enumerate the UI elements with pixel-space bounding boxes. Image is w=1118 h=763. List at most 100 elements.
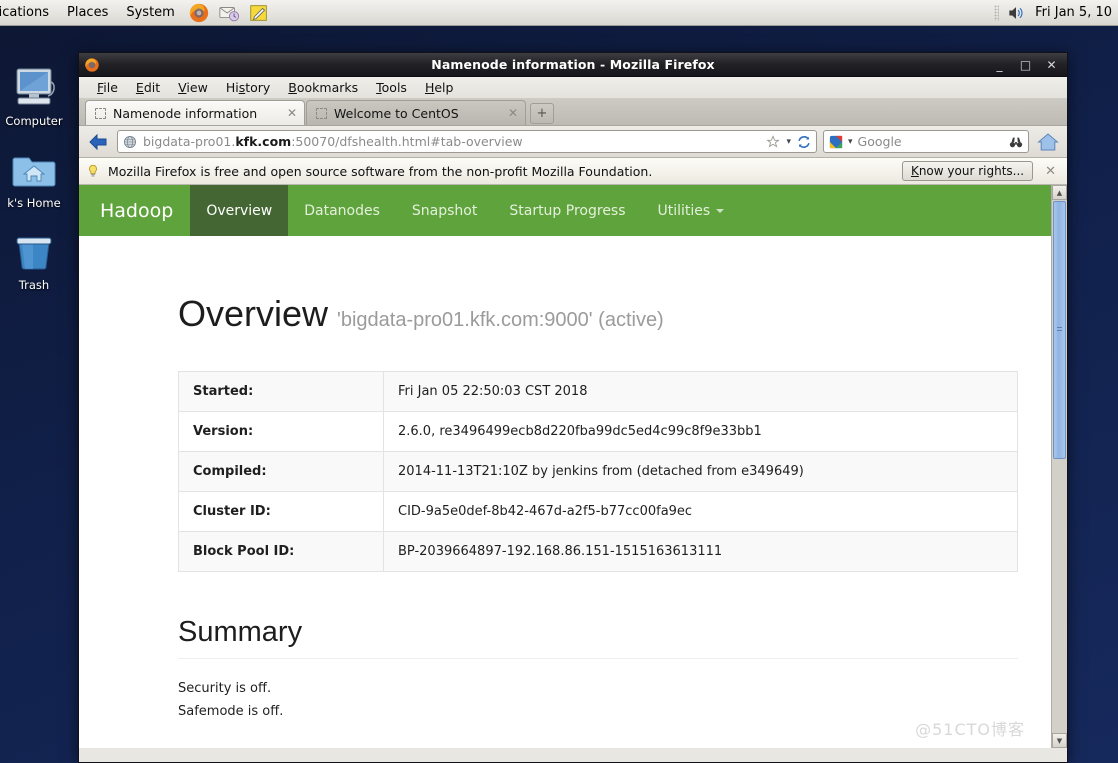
close-button[interactable]: ✕ — [1045, 58, 1058, 72]
lightbulb-icon — [86, 163, 100, 179]
url-prefix: bigdata-pro01. — [143, 134, 236, 149]
table-row: Version: 2.6.0, re3496499ecb8d220fba99dc… — [178, 411, 1018, 452]
home-folder-icon — [0, 146, 70, 194]
navigation-toolbar: bigdata-pro01.kfk.com:50070/dfshealth.ht… — [79, 126, 1067, 158]
summary-heading: Summary — [178, 616, 1018, 659]
trash-icon — [0, 228, 70, 276]
tab-welcome-to-centos[interactable]: Welcome to CentOS ✕ — [306, 100, 526, 125]
table-key: Version: — [178, 411, 384, 452]
page-body: Overview 'bigdata-pro01.kfk.com:9000' (ac… — [79, 293, 1051, 719]
notes-editor-icon[interactable] — [247, 2, 271, 24]
menu-help[interactable]: Help — [416, 77, 463, 98]
firefox-window: Namenode information - Mozilla Firefox _… — [78, 52, 1068, 763]
menu-edit[interactable]: Edit — [127, 77, 169, 98]
url-text: bigdata-pro01.kfk.com:50070/dfshealth.ht… — [143, 134, 760, 149]
volume-icon[interactable] — [1005, 3, 1027, 23]
hadoop-navbar: Hadoop Overview Datanodes Snapshot Start… — [79, 185, 1051, 236]
panel-menu-places[interactable]: Places — [58, 0, 117, 25]
search-input[interactable]: Google — [858, 134, 1004, 149]
evolution-mail-icon[interactable] — [217, 2, 241, 24]
computer-icon — [0, 64, 70, 112]
table-key: Cluster ID: — [178, 491, 384, 532]
notification-bar: Mozilla Firefox is free and open source … — [79, 158, 1067, 185]
desktop-icon-label: Trash — [18, 278, 50, 292]
panel-clock[interactable]: Fri Jan 5, 10 — [1031, 5, 1116, 20]
scroll-down-arrow-icon[interactable]: ▼ — [1052, 733, 1067, 748]
nav-item-startup-progress[interactable]: Startup Progress — [493, 185, 641, 236]
panel-menu-applications[interactable]: lications — [0, 0, 58, 25]
caret-down-icon — [716, 208, 725, 213]
nav-label: Startup Progress — [509, 202, 626, 219]
gnome-top-panel: lications Places System Fri Jan 5, 10 — [0, 0, 1118, 26]
reload-icon[interactable] — [797, 135, 811, 149]
minimize-button[interactable]: _ — [993, 58, 1006, 72]
scrollbar-track[interactable] — [1053, 459, 1066, 733]
hadoop-brand[interactable]: Hadoop — [79, 185, 190, 236]
hadoop-namenode-page: Hadoop Overview Datanodes Snapshot Start… — [79, 185, 1051, 748]
maximize-button[interactable]: □ — [1019, 58, 1032, 72]
panel-grip — [994, 4, 1000, 21]
firefox-icon[interactable] — [187, 2, 211, 24]
back-arrow-icon[interactable] — [85, 129, 111, 155]
menu-view[interactable]: View — [169, 77, 217, 98]
desktop-icon-home[interactable]: k's Home — [0, 146, 70, 210]
know-your-rights-button[interactable]: Know your rights... — [901, 161, 1034, 181]
desktop-icon-trash[interactable]: Trash — [0, 228, 70, 292]
nav-label: Snapshot — [411, 202, 478, 219]
table-value: Fri Jan 05 22:50:03 CST 2018 — [383, 371, 1018, 412]
menu-history[interactable]: History — [217, 77, 279, 98]
window-titlebar: Namenode information - Mozilla Firefox _… — [79, 53, 1067, 77]
chevron-down-icon[interactable]: ▾ — [786, 137, 791, 147]
table-row: Cluster ID: CID-9a5e0def-8b42-467d-a2f5-… — [178, 491, 1018, 532]
watermark: @51CTO博客 — [915, 720, 1025, 739]
nav-label: Datanodes — [304, 202, 380, 219]
nav-item-snapshot[interactable]: Snapshot — [396, 185, 493, 236]
table-value: CID-9a5e0def-8b42-467d-a2f5-b77cc00fa9ec — [383, 491, 1018, 532]
table-value: 2.6.0, re3496499ecb8d220fba99dc5ed4c99c8… — [383, 411, 1018, 452]
globe-icon — [123, 135, 137, 149]
close-icon[interactable]: ✕ — [508, 107, 518, 119]
menu-bookmarks[interactable]: Bookmarks — [279, 77, 367, 98]
firefox-icon — [84, 57, 100, 73]
menu-file[interactable]: File — [88, 77, 127, 98]
window-title: Namenode information - Mozilla Firefox — [431, 57, 715, 72]
tab-label: Namenode information — [113, 105, 258, 121]
page-title-text: Overview — [178, 293, 329, 334]
table-key: Started: — [178, 371, 384, 412]
table-key: Block Pool ID: — [178, 531, 384, 572]
scrollbar-thumb[interactable] — [1053, 201, 1066, 459]
table-value: BP-2039664897-192.168.86.151-15151636131… — [383, 531, 1018, 572]
search-bar[interactable]: ▾ Google — [823, 130, 1029, 153]
google-icon[interactable] — [829, 135, 843, 149]
browser-menubar: File Edit View History Bookmarks Tools H… — [79, 77, 1067, 99]
chevron-down-icon[interactable]: ▾ — [848, 137, 853, 147]
page-title: Overview 'bigdata-pro01.kfk.com:9000' (ac… — [178, 293, 1031, 335]
nav-item-datanodes[interactable]: Datanodes — [288, 185, 396, 236]
panel-menu-system[interactable]: System — [117, 0, 183, 25]
tab-favicon-placeholder-icon — [95, 107, 106, 119]
notification-text: Mozilla Firefox is free and open source … — [108, 163, 653, 179]
scroll-up-arrow-icon[interactable]: ▲ — [1052, 185, 1067, 200]
desktop-icon-computer[interactable]: Computer — [0, 64, 70, 128]
table-row: Compiled: 2014-11-13T21:10Z by jenkins f… — [178, 451, 1018, 492]
vertical-scrollbar[interactable]: ▲ ▼ — [1051, 185, 1067, 748]
star-icon[interactable] — [766, 134, 781, 149]
new-tab-button[interactable]: + — [530, 103, 554, 124]
close-icon[interactable]: ✕ — [287, 107, 297, 119]
panel-status-area: Fri Jan 5, 10 — [994, 3, 1118, 23]
nav-label: Overview — [206, 202, 273, 219]
tab-namenode-information[interactable]: Namenode information ✕ — [85, 100, 305, 125]
table-key: Compiled: — [178, 451, 384, 492]
home-icon[interactable] — [1035, 129, 1061, 155]
binoculars-icon[interactable] — [1009, 135, 1023, 149]
table-value: 2014-11-13T21:10Z by jenkins from (detac… — [383, 451, 1018, 492]
nav-item-overview[interactable]: Overview — [190, 185, 289, 236]
menu-tools[interactable]: Tools — [367, 77, 416, 98]
close-icon[interactable]: ✕ — [1041, 164, 1060, 179]
desktop: lications Places System Fri Jan 5, 10 Co… — [0, 0, 1118, 763]
desktop-icon-label: Computer — [5, 114, 63, 128]
nav-item-utilities[interactable]: Utilities — [642, 185, 741, 236]
url-bar[interactable]: bigdata-pro01.kfk.com:50070/dfshealth.ht… — [117, 130, 817, 153]
table-row: Block Pool ID: BP-2039664897-192.168.86.… — [178, 531, 1018, 572]
window-controls: _ □ ✕ — [993, 58, 1067, 72]
